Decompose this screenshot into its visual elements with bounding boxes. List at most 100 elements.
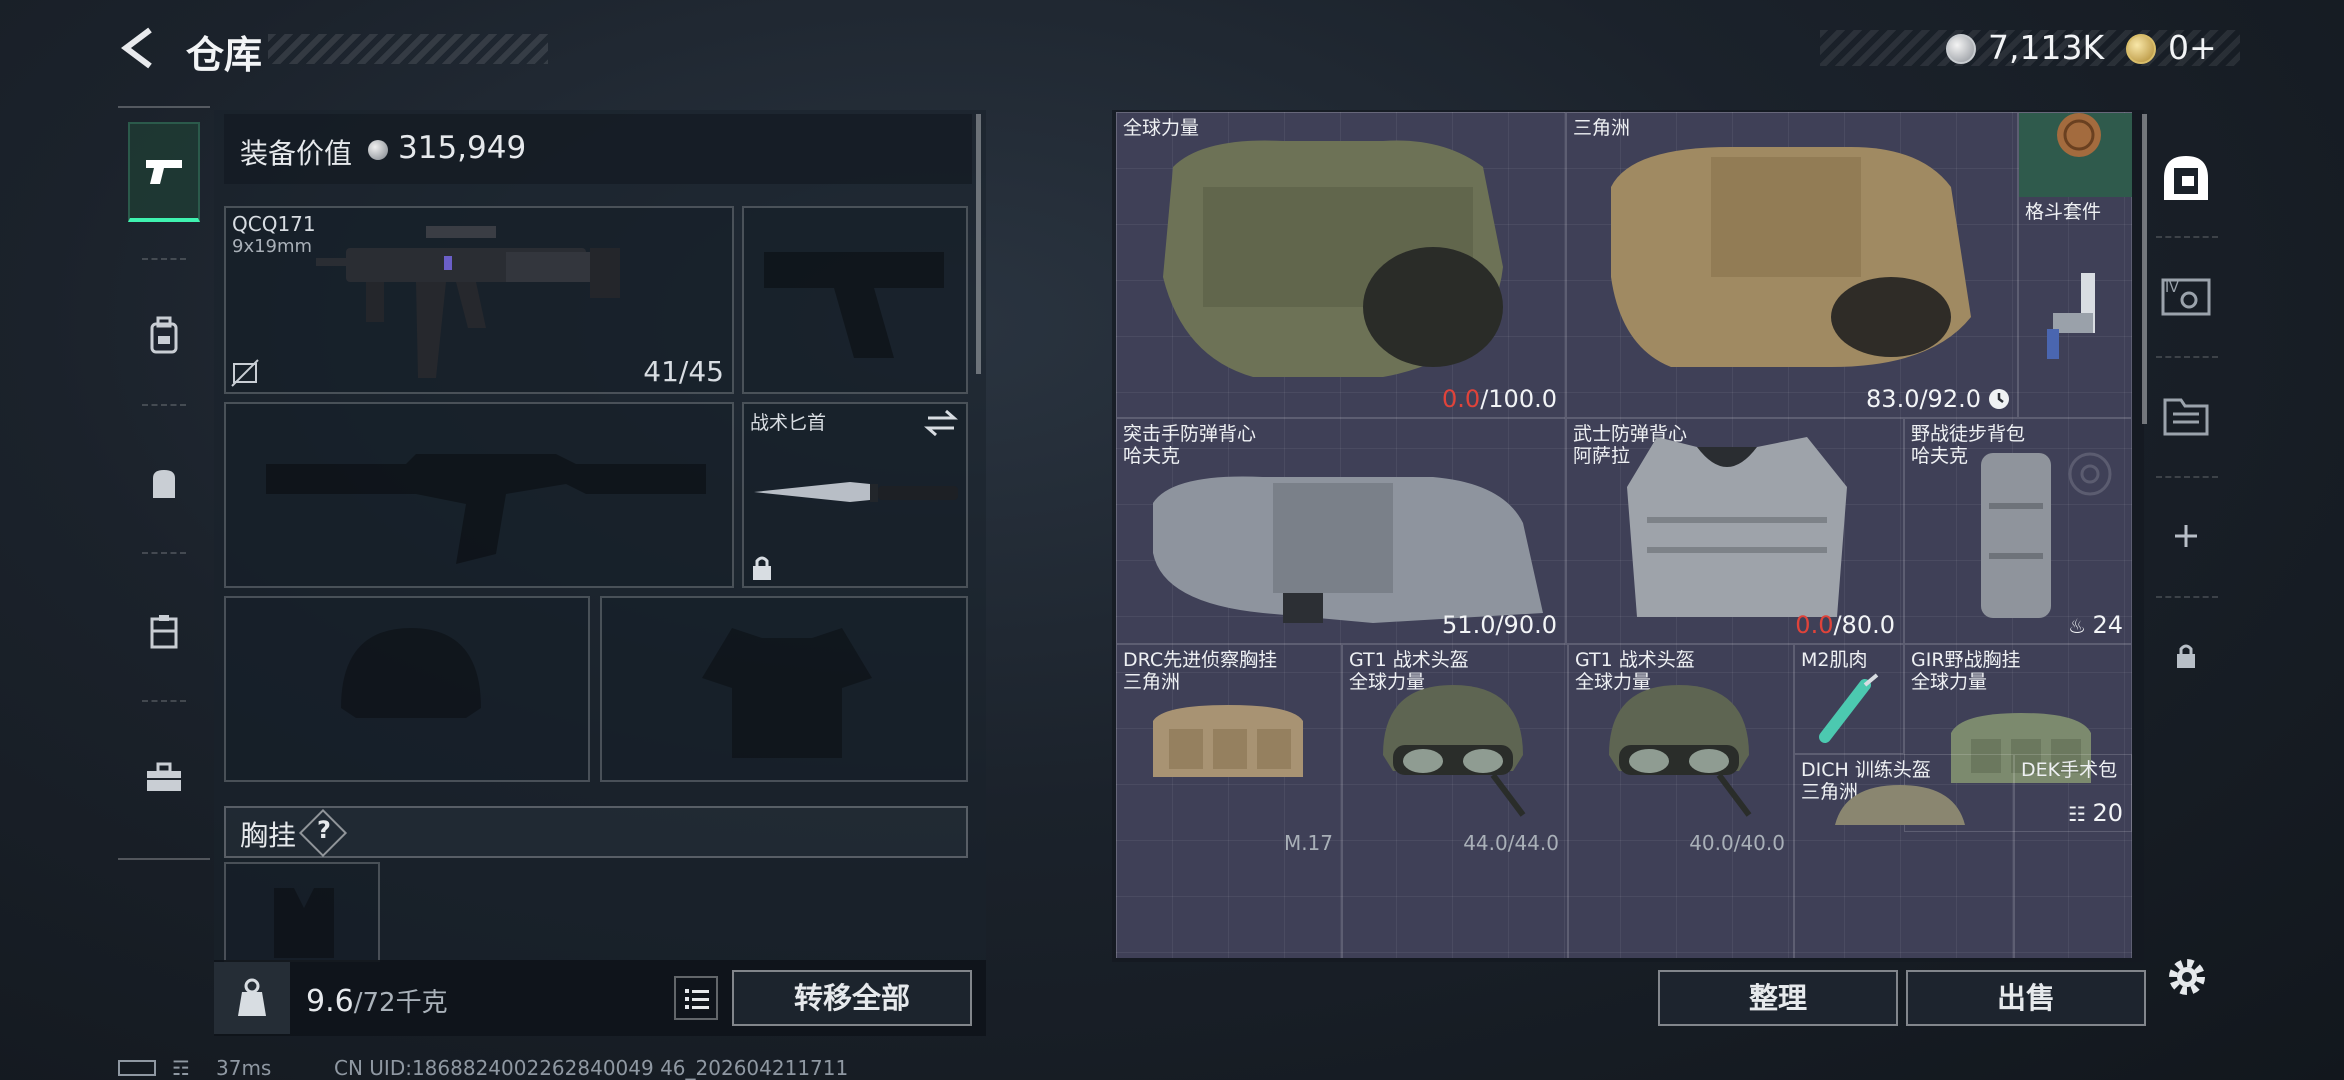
item-name: DEK手术包 bbox=[2021, 759, 2118, 781]
primary-weapon-slot[interactable]: QCQ171 9x19mm 41/45 bbox=[224, 206, 734, 394]
swap-icon[interactable] bbox=[924, 408, 958, 438]
silver-coin-icon bbox=[1946, 34, 1976, 64]
container-tab[interactable] bbox=[2158, 386, 2214, 442]
vest-silhouette-icon bbox=[274, 888, 334, 958]
locked-tab[interactable] bbox=[2158, 628, 2214, 684]
back-arrow-icon[interactable] bbox=[116, 24, 164, 72]
item-durability: 40.0/40.0 bbox=[1689, 831, 1785, 855]
warehouse-item-m2-stim[interactable]: M2肌肉 bbox=[1794, 644, 1904, 754]
knife-image bbox=[754, 482, 958, 502]
warehouse-item-armor-1[interactable]: 全球力量 0.0/100.0 bbox=[1116, 112, 1566, 418]
item-name: DRC先进侦察胸挂 三角洲 bbox=[1123, 649, 1277, 693]
settings-icon[interactable] bbox=[2162, 952, 2212, 1002]
equipment-value-label: 装备价值 bbox=[240, 137, 353, 170]
durability-max: /90.0 bbox=[1495, 611, 1557, 639]
armor-vest-image bbox=[1153, 476, 1543, 623]
warehouse-item-armor-2[interactable]: 三角洲 83.0/92.0 bbox=[1566, 112, 2018, 418]
nav-bag[interactable] bbox=[128, 434, 200, 534]
svg-text:IV: IV bbox=[2165, 280, 2179, 296]
item-title: DICH 训练头盔 bbox=[1801, 759, 1931, 781]
target-decoration bbox=[2068, 452, 2112, 496]
warehouse-item-dich-helmet[interactable]: DICH 训练头盔 三角洲 bbox=[1794, 754, 2014, 958]
item-durability: 0.0/100.0 bbox=[1442, 385, 1557, 413]
page-title: 仓库 bbox=[186, 33, 263, 77]
lock-icon bbox=[2177, 644, 2195, 668]
item-durability: 83.0/92.0 bbox=[1866, 385, 1981, 413]
ping-value: 37ms bbox=[216, 1056, 272, 1080]
silver-balance: 7,113K bbox=[1988, 28, 2105, 67]
chest-rig-slot[interactable] bbox=[224, 862, 380, 962]
capacity-count: 24 bbox=[2092, 611, 2123, 639]
help-icon-glyph: ? bbox=[317, 816, 331, 844]
item-durability: 51.0/90.0 bbox=[1442, 611, 1557, 639]
rifle-silhouette-icon bbox=[266, 454, 706, 564]
warehouse-item-dek-kit[interactable]: DEK手术包 bbox=[2014, 754, 2132, 958]
armor-slot[interactable] bbox=[600, 596, 968, 782]
warehouse-item-fight-kit[interactable]: 格斗套件 bbox=[2018, 112, 2132, 418]
item-name: 突击手防弹背心 哈夫克 bbox=[1123, 423, 1256, 467]
transfer-all-button[interactable]: 转移全部 bbox=[732, 970, 972, 1026]
item-title: 突击手防弹背心 bbox=[1123, 423, 1257, 445]
durability-current: 0.0 bbox=[1442, 385, 1481, 413]
warehouse-item-drc-rig[interactable]: DRC先进侦察胸挂 三角洲 M.17 bbox=[1116, 644, 1342, 958]
add-tab-button[interactable] bbox=[2158, 508, 2214, 564]
nav-toolbox[interactable] bbox=[128, 728, 200, 828]
warehouse-item-samurai-vest[interactable]: 武士防弹背心 阿萨拉 0.0/80.0 bbox=[1566, 418, 1904, 644]
knife-slot[interactable]: 战术匕首 bbox=[742, 402, 968, 588]
warehouse-tab[interactable] bbox=[2158, 150, 2214, 206]
plus-icon bbox=[2175, 525, 2197, 547]
vest-icon bbox=[150, 615, 178, 649]
list-view-button[interactable] bbox=[674, 976, 718, 1020]
weight-icon bbox=[238, 978, 266, 1016]
medal-icon bbox=[2057, 113, 2101, 157]
warehouse-scrollbar[interactable] bbox=[2142, 114, 2147, 424]
item-title: 野战徒步背包 bbox=[1911, 423, 2026, 445]
carry-weight-current: 9.6 bbox=[306, 984, 354, 1019]
syringe-image bbox=[2047, 273, 2095, 359]
sell-button[interactable]: 出售 bbox=[1906, 970, 2146, 1026]
pistol-icon bbox=[146, 160, 182, 184]
warehouse-grid: 全球力量 0.0/100.0 三角洲 83.0/92.0 格斗套件 突击手防弹背… bbox=[1116, 112, 2132, 958]
crate-tab[interactable]: IV bbox=[2158, 266, 2214, 322]
loadout-scrollbar[interactable] bbox=[976, 114, 981, 374]
pistol-silhouette-icon bbox=[764, 252, 944, 358]
helmet-image bbox=[1609, 685, 1752, 817]
item-faction: 全球力量 bbox=[1911, 671, 1988, 693]
warehouse-item-gt1-helmet-1[interactable]: GT1 战术头盔 全球力量 44.0/44.0 bbox=[1342, 644, 1568, 958]
nav-weapons[interactable] bbox=[128, 122, 200, 222]
item-capacity: ♨ 24 bbox=[2068, 611, 2123, 639]
list-icon bbox=[685, 989, 709, 1009]
ammo-count: 41/45 bbox=[643, 355, 724, 388]
carry-weight: 9.6/72千克 bbox=[306, 982, 448, 1019]
durability-current: 0.0 bbox=[1795, 611, 1834, 639]
item-durability: M.17 bbox=[1283, 831, 1333, 855]
smg-image bbox=[316, 226, 620, 378]
armor-silhouette-icon bbox=[702, 628, 872, 758]
item-name: GIR野战胸挂 全球力量 bbox=[1911, 649, 2021, 693]
warehouse-item-hiking-backpack[interactable]: 野战徒步背包 哈夫克 ♨ 24 bbox=[1904, 418, 2132, 644]
item-title: GIR野战胸挂 bbox=[1911, 649, 2021, 671]
weapon-name: QCQ171 bbox=[232, 212, 316, 236]
weight-icon-box bbox=[214, 962, 290, 1034]
pistol-slot[interactable] bbox=[742, 206, 968, 394]
helmet-image bbox=[1383, 685, 1526, 817]
nav-vest[interactable] bbox=[128, 582, 200, 682]
bag-icon bbox=[153, 470, 175, 498]
nav-backpack-equip[interactable] bbox=[128, 286, 200, 386]
chest-rig-image bbox=[1153, 705, 1303, 777]
durability-current: 83.0 bbox=[1866, 385, 1920, 413]
gold-balance[interactable]: 0+ bbox=[2168, 28, 2217, 67]
loadout-category-nav bbox=[118, 106, 210, 860]
durability-current: 51.0 bbox=[1442, 611, 1496, 639]
helmet-slot[interactable] bbox=[224, 596, 590, 782]
sort-button[interactable]: 整理 bbox=[1658, 970, 1898, 1026]
item-name: M2肌肉 bbox=[1801, 649, 1868, 671]
backpack-icon bbox=[150, 316, 178, 354]
item-durability: 44.0/44.0 bbox=[1463, 831, 1559, 855]
weapon-caliber: 9x19mm bbox=[232, 236, 313, 257]
warehouse-item-assault-vest[interactable]: 突击手防弹背心 哈夫克 51.0/90.0 bbox=[1116, 418, 1566, 644]
warehouse-item-gt1-helmet-2[interactable]: GT1 战术头盔 全球力量 40.0/40.0 bbox=[1568, 644, 1794, 958]
carry-weight-max: /72千克 bbox=[353, 988, 448, 1018]
secondary-weapon-slot[interactable] bbox=[224, 402, 734, 588]
title-decoration bbox=[268, 34, 548, 64]
